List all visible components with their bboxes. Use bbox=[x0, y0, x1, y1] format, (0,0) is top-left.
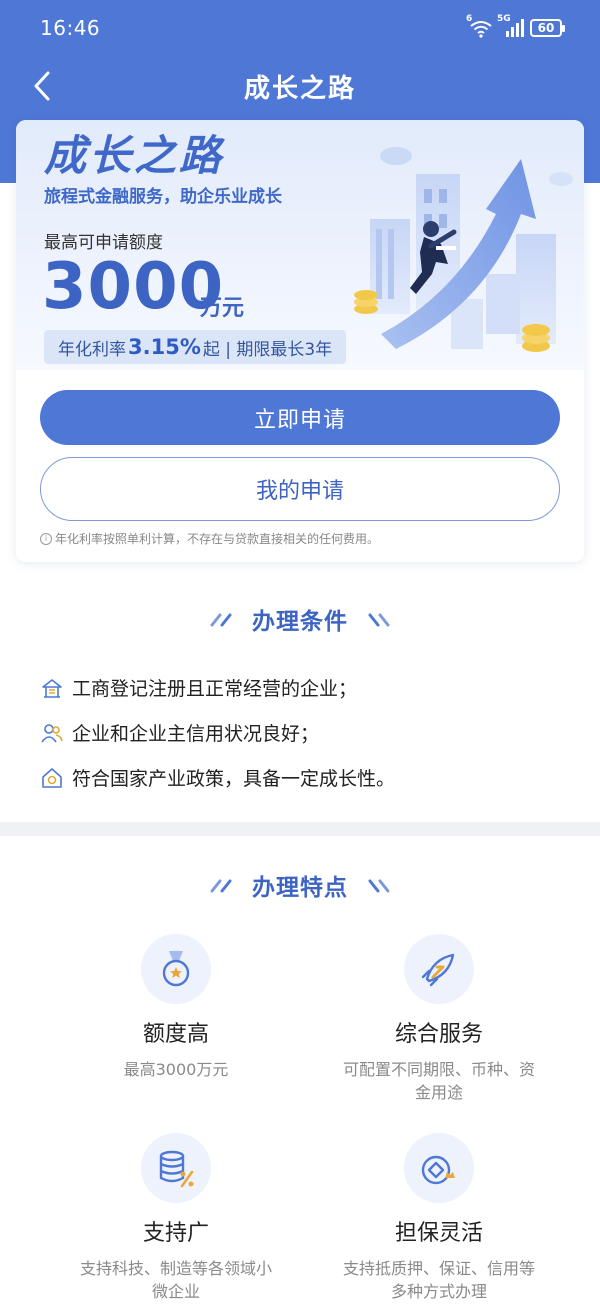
status-bar: 16:46 6 5G 60 bbox=[0, 0, 600, 56]
rate-value: 3.15% bbox=[128, 335, 201, 359]
medal-icon bbox=[141, 934, 211, 1004]
condition-item: 符合国家产业政策，具备一定成长性。 bbox=[40, 755, 395, 800]
left-slash-decor-icon bbox=[210, 879, 232, 893]
limit-unit: 万元 bbox=[200, 296, 245, 321]
nav-bar: 成长之路 bbox=[0, 56, 600, 116]
feature-title: 支持广 bbox=[142, 1221, 209, 1246]
feature-desc: 最高3000万元 bbox=[123, 1060, 229, 1079]
my-applications-button[interactable]: 我的申请 bbox=[40, 457, 560, 521]
rate-badge: 年化利率 3.15% 起 | 期限最长3年 bbox=[44, 330, 347, 364]
feature-desc: 可配置不同期限、币种、资金用途 bbox=[342, 1060, 535, 1102]
feature-title: 额度高 bbox=[142, 1022, 209, 1047]
network-label: 5G bbox=[497, 14, 511, 24]
feature-wide-support: 支持广 支持科技、制造等各领域小微企业 bbox=[36, 1133, 316, 1303]
condition-item: 企业和企业主信用状况良好； bbox=[40, 710, 395, 755]
feature-comprehensive-service: 综合服务 可配置不同期限、币种、资金用途 bbox=[299, 934, 579, 1104]
coin-crown-icon bbox=[404, 1133, 474, 1203]
growth-icon bbox=[40, 766, 64, 790]
hero-banner: 成长之路 旅程式金融服务，助企乐业成长 最高可申请额度 3000 万元 年化利率… bbox=[16, 120, 584, 370]
growth-illustration bbox=[354, 147, 573, 352]
conditions-list: 工商登记注册且正常经营的企业； 企业和企业主信用状况良好； 符合国家产业政策，具… bbox=[40, 665, 395, 800]
feature-title: 担保灵活 bbox=[394, 1221, 483, 1246]
disclaimer-text: 年化利率按照单利计算，不存在与贷款直接相关的任何费用。 bbox=[55, 532, 380, 546]
wifi-label: 6 bbox=[466, 14, 473, 24]
info-icon: i bbox=[40, 532, 52, 545]
wifi-icon: 6 bbox=[466, 14, 494, 38]
conditions-title: 办理条件 bbox=[252, 609, 348, 635]
condition-item: 工商登记注册且正常经营的企业； bbox=[40, 665, 395, 710]
features-title: 办理特点 bbox=[252, 875, 348, 901]
hero-subtitle: 旅程式金融服务，助企乐业成长 bbox=[44, 187, 282, 207]
feature-flexible-guarantee: 担保灵活 支持抵质押、保证、信用等多种方式办理 bbox=[299, 1133, 579, 1303]
right-slash-decor-icon bbox=[368, 613, 390, 627]
right-slash-decor-icon bbox=[368, 879, 390, 893]
people-icon bbox=[40, 721, 64, 745]
battery-icon: 60 bbox=[530, 19, 565, 37]
conditions-header: 办理条件 bbox=[0, 602, 600, 636]
limit-value: 3000 bbox=[42, 250, 225, 324]
feature-desc: 支持抵质押、保证、信用等多种方式办理 bbox=[342, 1259, 535, 1301]
building-icon bbox=[40, 676, 64, 700]
apply-now-button[interactable]: 立即申请 bbox=[40, 390, 560, 445]
features-header: 办理特点 bbox=[0, 868, 600, 902]
condition-text: 工商登记注册且正常经营的企业； bbox=[72, 678, 358, 700]
hero-card: 成长之路 旅程式金融服务，助企乐业成长 最高可申请额度 3000 万元 年化利率… bbox=[16, 120, 584, 562]
status-time: 16:46 bbox=[40, 16, 101, 40]
rate-suffix: 起 | 期限最长3年 bbox=[202, 339, 333, 360]
rate-prefix: 年化利率 bbox=[58, 339, 126, 360]
condition-text: 符合国家产业政策，具备一定成长性。 bbox=[72, 768, 396, 790]
page-title: 成长之路 bbox=[243, 74, 356, 104]
feature-title: 综合服务 bbox=[394, 1022, 483, 1047]
feature-high-limit: 额度高 最高3000万元 bbox=[36, 934, 316, 1081]
status-icons: 6 5G 60 bbox=[466, 14, 565, 40]
signal-icon: 5G bbox=[497, 14, 524, 38]
feature-desc: 支持科技、制造等各领域小微企业 bbox=[79, 1259, 272, 1301]
condition-text: 企业和企业主信用状况良好； bbox=[72, 723, 320, 745]
rocket-icon bbox=[404, 934, 474, 1004]
database-percent-icon bbox=[141, 1133, 211, 1203]
section-divider bbox=[0, 822, 600, 836]
left-slash-decor-icon bbox=[210, 613, 232, 627]
hero-title: 成长之路 bbox=[44, 131, 225, 180]
rate-disclaimer: i 年化利率按照单利计算，不存在与贷款直接相关的任何费用。 bbox=[40, 530, 379, 547]
